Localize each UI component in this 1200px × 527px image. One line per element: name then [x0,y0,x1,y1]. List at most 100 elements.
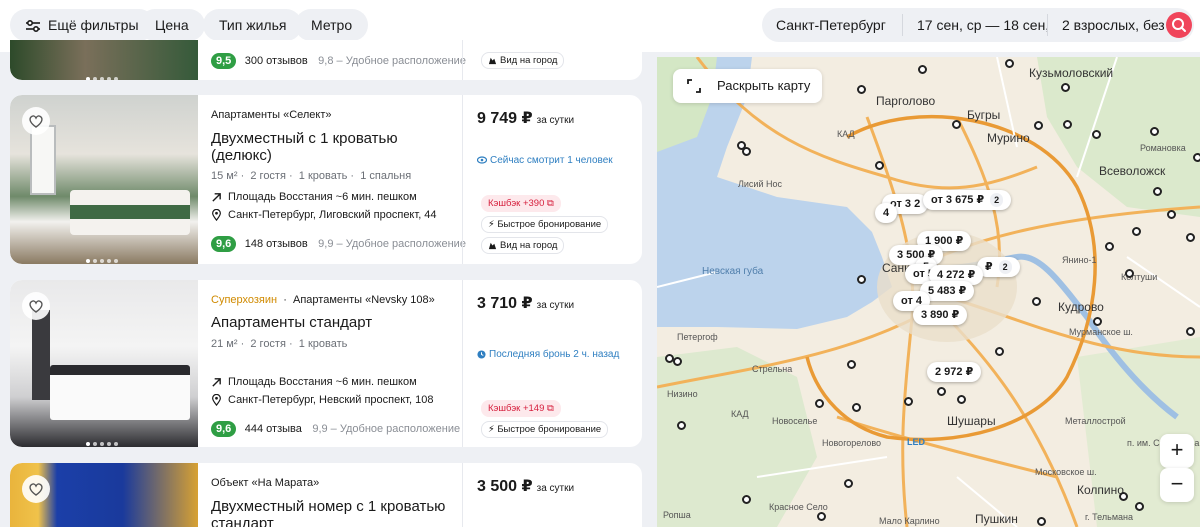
map-pin[interactable] [1037,517,1046,526]
listing-photo[interactable] [10,40,198,80]
listing-card[interactable]: Суперхозяин · Апартаменты «Nevsky 108» А… [10,280,642,447]
favorite-button[interactable] [22,475,50,503]
reviews-count[interactable]: 444 отзыва [245,423,302,435]
map-label-telmana: г. Тельмана [1085,512,1133,522]
map-pin[interactable] [815,399,824,408]
map-pin[interactable] [857,275,866,284]
walk-arrow-icon [212,192,221,202]
map-pin[interactable] [904,397,913,406]
map-pin[interactable] [852,403,861,412]
map-label-kuzmolovsky: Кузьмоловский [1029,66,1114,80]
map-price-pin[interactable]: ₽2 [977,257,1020,277]
search-button[interactable] [1166,12,1192,38]
map-pin[interactable] [1105,242,1114,251]
walk-arrow-icon [212,377,221,387]
map-pin[interactable] [1063,120,1072,129]
guests-field[interactable]: 2 взрослых, без де [1048,8,1164,42]
city-view-tag: Вид на город [481,237,565,254]
reviews-count[interactable]: 148 отзывов [245,238,308,250]
map-pin[interactable] [844,479,853,488]
map-label-novoselye: Новоселье [772,416,818,426]
listing-title[interactable]: Двухместный номер с 1 кроватью стандарт [211,498,451,527]
map-price-pin[interactable]: 2 972 ₽ [927,362,982,382]
price-column: 9 749 ₽ за сутки Сейчас смотрит 1 человек… [462,95,642,264]
price-filter-button[interactable]: Цена [139,9,205,41]
map-price-pin[interactable]: 3 890 ₽ [913,305,968,325]
map-label-strelna: Стрельна [752,364,793,374]
photo-dots [86,433,121,446]
map-pin[interactable] [677,421,686,430]
listing-title[interactable]: Апартаменты стандарт [211,314,372,331]
map-pin[interactable] [1153,187,1162,196]
map-price-pin[interactable]: от 3 675 ₽2 [923,190,1012,210]
more-filters-label: Ещё фильтры [48,17,139,33]
metro-line: Площадь Восстания ~6 мин. пешком [211,191,417,203]
map-pin[interactable] [1061,83,1070,92]
zoom-in-button[interactable]: + [1160,434,1194,468]
price-column: Вид на город [462,40,642,80]
map-pin[interactable] [918,65,927,74]
favorite-button[interactable] [22,107,50,135]
listing-photo[interactable] [10,95,198,264]
map-pin[interactable] [1119,492,1128,501]
search-icon [1172,18,1186,32]
heart-icon [29,115,43,128]
map-pin[interactable] [952,120,961,129]
map-pin[interactable] [1135,502,1144,511]
map-pin[interactable] [742,147,751,156]
price-column: 3 710 ₽ за сутки Последняя бронь 2 ч. наз… [462,280,642,447]
map-pin[interactable] [1092,130,1101,139]
rating-description: 9,9 – Удобное расположение [318,238,466,250]
map-pin[interactable] [1186,233,1195,242]
rating-description: 9,8 – Удобное расположение [318,55,466,67]
map-pin[interactable] [937,387,946,396]
map-panel[interactable]: Раскрыть карту Парголово Бугры Мурино Ку… [657,57,1200,527]
last-booking-note: Последняя бронь 2 ч. назад [477,349,619,360]
map-pin[interactable] [1150,127,1159,136]
search-bar: Санкт-Петербург 17 сен, ср — 18 сен, чт … [762,8,1194,42]
map-pin[interactable] [1005,59,1014,68]
listing-card[interactable]: Объект «На Марата» Двухместный номер с 1… [10,463,642,527]
zoom-out-button[interactable]: − [1160,468,1194,502]
map-pin[interactable] [1125,269,1134,278]
instant-booking-tag: ⚡ Быстрое бронирование [481,216,609,233]
lightning-icon: ⚡ [488,424,495,435]
favorite-button[interactable] [22,292,50,320]
location-pin-icon [212,209,221,221]
map-pin[interactable] [1034,121,1043,130]
dates-field[interactable]: 17 сен, ср — 18 сен, чт [903,8,1047,42]
listing-photo[interactable] [10,463,198,527]
listing-title[interactable]: Двухместный с 1 кроватью (делюкс) [211,130,421,164]
map-pin[interactable] [847,360,856,369]
map-label-pushkin: Пушкин [975,512,1018,526]
map-pin[interactable] [1193,153,1200,162]
metro-filter-button[interactable]: Метро [295,9,369,41]
city-field[interactable]: Санкт-Петербург [762,8,902,42]
cashback-tag[interactable]: Кэшбэк +390 ⧉ [481,195,561,212]
expand-map-button[interactable]: Раскрыть карту [673,69,823,103]
listing-photo[interactable] [10,280,198,447]
address-text: Санкт-Петербург, Невский проспект, 108 [228,394,434,406]
map-pin[interactable] [875,161,884,170]
map-pin[interactable] [1186,327,1195,336]
map-label-yanino: Янино-1 [1062,255,1097,265]
more-filters-button[interactable]: Ещё фильтры [10,9,155,41]
map-pin[interactable] [995,347,1004,356]
map-pin[interactable] [1093,317,1102,326]
housing-type-filter-button[interactable]: Тип жилья [203,9,303,41]
map-pin[interactable] [1132,227,1141,236]
map-label-kad: КАД [837,129,855,139]
map-pin[interactable] [1167,210,1176,219]
listing-card[interactable]: Апартаменты «Селект» Двухместный с 1 кро… [10,95,642,264]
cashback-tag[interactable]: Кэшбэк +149 ⧉ [481,400,561,417]
map-label-vsevolozhsk: Всеволожск [1099,164,1166,178]
map-pin[interactable] [857,85,866,94]
map-pin[interactable] [957,395,966,404]
map-pin[interactable] [1032,297,1041,306]
map-price-pin[interactable]: 4 [875,203,898,223]
map-pin[interactable] [673,357,682,366]
reviews-count[interactable]: 300 отзывов [245,55,308,67]
map-pin[interactable] [742,495,751,504]
listing-card-partial[interactable]: 9,5 300 отзывов 9,8 – Удобное расположен… [10,40,642,80]
map-pin[interactable] [817,512,826,521]
